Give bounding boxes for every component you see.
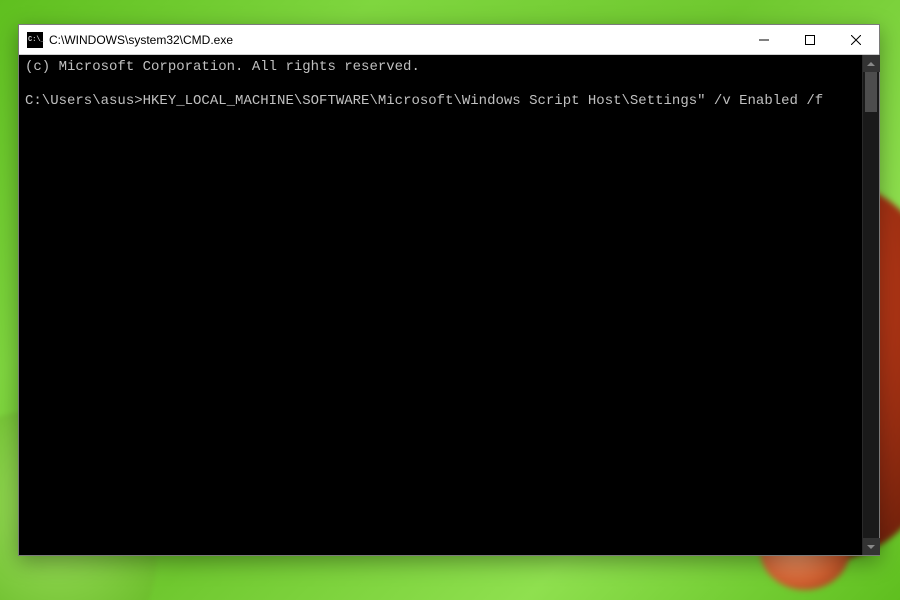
cmd-window: C:\WINDOWS\system32\CMD.exe (c) Microsof… [18,24,880,556]
chevron-up-icon [867,60,875,68]
scrollbar-thumb[interactable] [865,72,877,112]
scrollbar-track[interactable] [863,72,879,538]
close-icon [851,35,861,45]
client-area: (c) Microsoft Corporation. All rights re… [19,55,879,555]
command-text: HKEY_LOCAL_MACHINE\SOFTWARE\Microsoft\Wi… [143,93,824,109]
cmd-icon [27,32,43,48]
maximize-button[interactable] [787,25,833,55]
prompt: C:\Users\asus> [25,93,143,109]
minimize-button[interactable] [741,25,787,55]
minimize-icon [759,35,769,45]
maximize-icon [805,35,815,45]
copyright-line: (c) Microsoft Corporation. All rights re… [25,59,420,75]
terminal-output[interactable]: (c) Microsoft Corporation. All rights re… [19,55,862,555]
close-button[interactable] [833,25,879,55]
scroll-up-button[interactable] [863,55,880,72]
chevron-down-icon [867,543,875,551]
blank-line [25,76,856,93]
vertical-scrollbar[interactable] [862,55,879,555]
window-title: C:\WINDOWS\system32\CMD.exe [49,33,741,47]
titlebar[interactable]: C:\WINDOWS\system32\CMD.exe [19,25,879,55]
scroll-down-button[interactable] [863,538,880,555]
